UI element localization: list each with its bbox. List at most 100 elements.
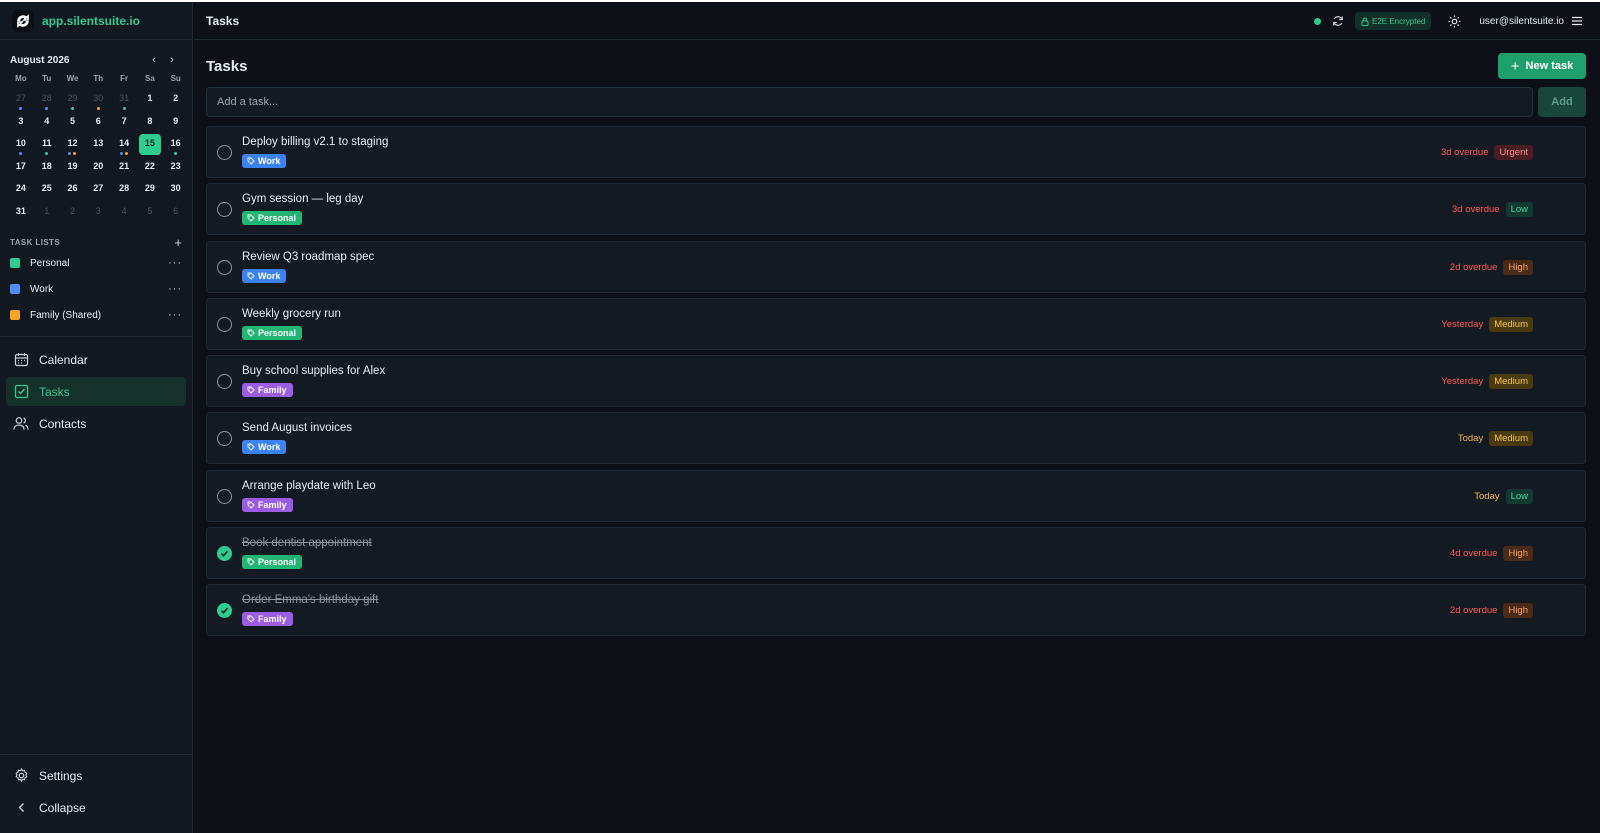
task-row[interactable]: Buy school supplies for Alex Family Yester…	[206, 355, 1586, 408]
task-row[interactable]: Send August invoices Work Today Medium	[206, 412, 1586, 465]
task-checkbox-checked[interactable]	[217, 546, 232, 562]
add-task-button[interactable]: Add	[1538, 87, 1586, 117]
task-checkbox[interactable]	[217, 259, 232, 275]
calendar-day[interactable]: 7	[111, 111, 137, 134]
task-checkbox[interactable]	[217, 202, 232, 218]
task-list-item[interactable]: Work ···	[0, 277, 192, 301]
calendar-day-today[interactable]: 15	[138, 134, 161, 155]
nav-settings[interactable]: Settings	[6, 761, 186, 790]
nav-calendar[interactable]: Calendar	[6, 345, 186, 374]
task-row[interactable]: Deploy billing v2.1 to staging Work 3d ove…	[206, 126, 1586, 178]
calendar-day[interactable]: 31	[8, 201, 34, 224]
nav-collapse[interactable]: Collapse	[6, 793, 186, 822]
more-options-icon[interactable]: ···	[168, 257, 182, 269]
calendar-day[interactable]: 2	[163, 88, 189, 111]
calendar-day-number: 9	[173, 115, 179, 126]
calendar-day[interactable]: 20	[85, 156, 111, 179]
calendar-day[interactable]: 10	[8, 133, 34, 156]
calendar-day[interactable]: 17	[8, 156, 34, 179]
calendar-day[interactable]: 24	[8, 178, 34, 201]
calendar-day[interactable]: 28	[34, 88, 60, 111]
priority-badge: High	[1503, 546, 1533, 562]
calendar-day[interactable]: 18	[34, 156, 60, 179]
sidebar-footer: Settings Collapse	[0, 754, 192, 833]
task-checkbox[interactable]	[217, 145, 232, 160]
calendar-day[interactable]: 3	[85, 201, 111, 224]
user-email[interactable]: user@silentsuite.io	[1479, 16, 1564, 27]
task-row[interactable]: Gym session — leg day Personal 3d overdue L…	[206, 183, 1586, 236]
task-tag[interactable]: Work	[242, 154, 287, 168]
task-tag[interactable]: Family	[242, 612, 293, 627]
new-task-button[interactable]: + New task	[1498, 53, 1586, 79]
calendar-day[interactable]: 11	[34, 133, 60, 156]
calendar-day[interactable]: 19	[60, 156, 86, 179]
calendar-day[interactable]: 28	[111, 178, 137, 201]
calendar-day[interactable]: 4	[111, 201, 137, 224]
task-tag[interactable]: Family	[242, 383, 293, 398]
menu-icon[interactable]	[1570, 14, 1584, 28]
calendar-day[interactable]: 30	[163, 178, 189, 201]
task-tag[interactable]: Personal	[242, 211, 303, 226]
calendar-day[interactable]: 5	[60, 111, 86, 134]
task-tag[interactable]: Personal	[242, 325, 303, 340]
calendar-day[interactable]: 8	[137, 111, 163, 134]
priority-badge: High	[1503, 603, 1533, 619]
calendar-day[interactable]: 30	[85, 88, 111, 111]
calendar-day[interactable]: 23	[163, 156, 189, 179]
chevron-right-icon[interactable]: ›	[166, 54, 178, 66]
task-row[interactable]: Weekly grocery run Personal Yesterday Mediu…	[206, 297, 1586, 350]
brand[interactable]: app.silentsuite.io	[0, 2, 192, 40]
calendar-day-number: 28	[41, 93, 52, 103]
calendar-day[interactable]: 29	[60, 88, 86, 111]
refresh-icon[interactable]	[1331, 14, 1345, 28]
calendar-day[interactable]: 2	[60, 201, 86, 224]
nav-contacts[interactable]: Contacts	[6, 409, 186, 438]
task-tag[interactable]: Family	[242, 497, 293, 512]
task-checkbox[interactable]	[217, 488, 232, 504]
task-row[interactable]: Review Q3 roadmap spec Work 2d overdue High	[206, 240, 1586, 293]
task-row[interactable]: Arrange playdate with Leo Family Today Low	[206, 469, 1586, 522]
task-list-item[interactable]: Family (Shared) ···	[0, 303, 192, 327]
calendar-day[interactable]: 29	[137, 178, 163, 201]
task-row[interactable]: Order Emma's birthday gift Family 2d overd…	[206, 584, 1586, 637]
calendar-day[interactable]: 14	[111, 133, 137, 156]
nav-tasks[interactable]: Tasks	[6, 377, 186, 406]
calendar-day[interactable]: 22	[137, 156, 163, 179]
calendar-day[interactable]: 13	[85, 133, 111, 156]
calendar-day[interactable]: 31	[111, 88, 137, 111]
task-due: Yesterday	[1441, 376, 1484, 388]
task-tag[interactable]: Personal	[242, 555, 303, 570]
calendar-day[interactable]: 1	[34, 201, 60, 224]
more-options-icon[interactable]: ···	[168, 283, 182, 295]
calendar-day[interactable]: 9	[163, 111, 189, 134]
task-tag[interactable]: Work	[242, 268, 287, 283]
sun-icon[interactable]	[1447, 14, 1461, 28]
check-icon	[220, 550, 229, 557]
calendar-day[interactable]: 6	[163, 201, 189, 224]
task-tag[interactable]: Work	[242, 440, 287, 455]
task-checkbox[interactable]	[217, 431, 232, 447]
online-status-dot	[1313, 17, 1321, 25]
calendar-day[interactable]: 5	[137, 201, 163, 224]
calendar-day[interactable]: 16	[163, 133, 189, 156]
calendar-day[interactable]: 6	[85, 111, 111, 134]
calendar-day[interactable]: 26	[60, 178, 86, 201]
task-checkbox[interactable]	[217, 374, 232, 390]
calendar-day[interactable]: 4	[34, 111, 60, 134]
more-options-icon[interactable]: ···	[168, 309, 182, 321]
add-task-input[interactable]	[206, 87, 1533, 117]
calendar-day[interactable]: 27	[85, 178, 111, 201]
task-list-label: Family (Shared)	[30, 309, 102, 321]
calendar-day[interactable]: 1	[137, 88, 163, 111]
calendar-day[interactable]: 25	[34, 178, 60, 201]
calendar-day[interactable]: 21	[111, 156, 137, 179]
calendar-day[interactable]: 27	[8, 88, 34, 111]
calendar-day[interactable]: 12	[60, 133, 86, 156]
task-list-item[interactable]: Personal ···	[0, 251, 192, 275]
task-checkbox-checked[interactable]	[217, 603, 232, 619]
add-list-icon[interactable]: +	[174, 235, 182, 250]
chevron-left-icon[interactable]: ‹	[148, 54, 160, 66]
task-checkbox[interactable]	[217, 316, 232, 332]
task-row[interactable]: Book dentist appointment Personal 4d overd…	[206, 527, 1586, 580]
calendar-day[interactable]: 3	[8, 111, 34, 134]
